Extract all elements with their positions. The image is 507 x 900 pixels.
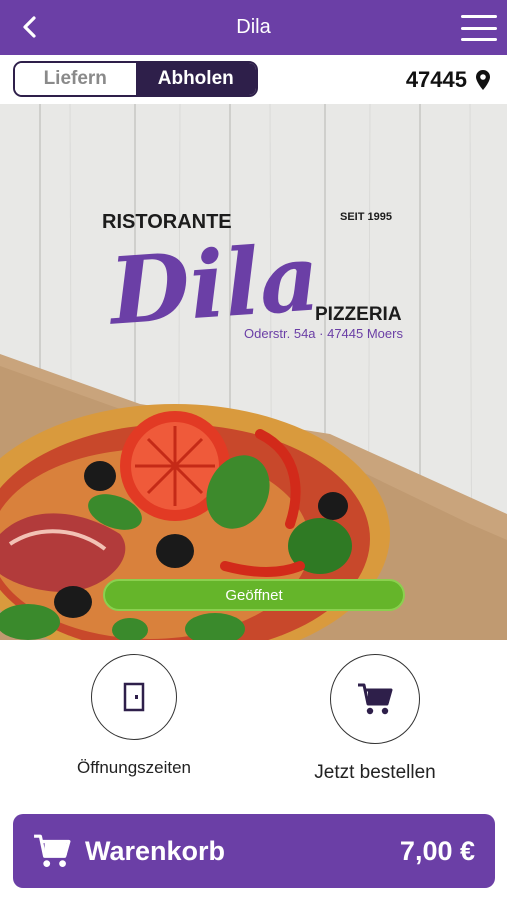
hero-banner: RISTORANTE SEIT 1995 Dila PIZZERIA Oders… xyxy=(0,104,507,640)
opening-hours-action[interactable]: Öffnungszeiten xyxy=(34,654,234,778)
cart-icon xyxy=(34,834,71,868)
restaurant-banner-image: RISTORANTE SEIT 1995 Dila PIZZERIA Oders… xyxy=(0,104,507,640)
pickup-option[interactable]: Abholen xyxy=(135,63,256,95)
postcode-selector[interactable]: 47445 xyxy=(406,67,491,93)
hamburger-icon-line xyxy=(461,26,497,30)
door-icon xyxy=(123,682,145,712)
hamburger-icon xyxy=(461,15,497,18)
opening-hours-button[interactable] xyxy=(91,654,177,740)
back-button[interactable] xyxy=(14,12,44,42)
order-now-button[interactable] xyxy=(330,654,420,744)
hamburger-icon-line xyxy=(461,38,497,41)
logo-address: Oderstr. 54a · 47445 Moers xyxy=(244,326,403,341)
cart-total: 7,00 € xyxy=(399,835,475,866)
menu-button[interactable] xyxy=(461,12,497,44)
opening-hours-label: Öffnungszeiten xyxy=(76,758,192,777)
quick-actions: Öffnungszeiten Jetzt bestellen xyxy=(0,640,507,810)
logo-since: SEIT 1995 xyxy=(340,211,392,223)
open-status-badge: Geöffnet xyxy=(103,579,405,611)
chevron-left-icon xyxy=(23,16,36,38)
deliver-option[interactable]: Liefern xyxy=(15,63,136,95)
cart-label: Warenkorb xyxy=(85,835,226,866)
logo-pizzeria: PIZZERIA xyxy=(315,304,402,325)
order-now-label: Jetzt bestellen xyxy=(314,762,436,783)
cart-bar[interactable]: Warenkorb 7,00 € xyxy=(13,814,495,888)
delivery-mode-toggle: Liefern Abholen xyxy=(13,61,258,97)
postcode-value: 47445 xyxy=(405,67,467,92)
location-pin-icon xyxy=(476,70,490,90)
delivery-mode-row: Liefern Abholen 47445 xyxy=(0,55,507,104)
cart-icon xyxy=(358,683,393,715)
page-title: Dila xyxy=(236,16,271,38)
order-now-action[interactable]: Jetzt bestellen xyxy=(275,654,475,784)
app-header: Dila xyxy=(0,0,507,55)
